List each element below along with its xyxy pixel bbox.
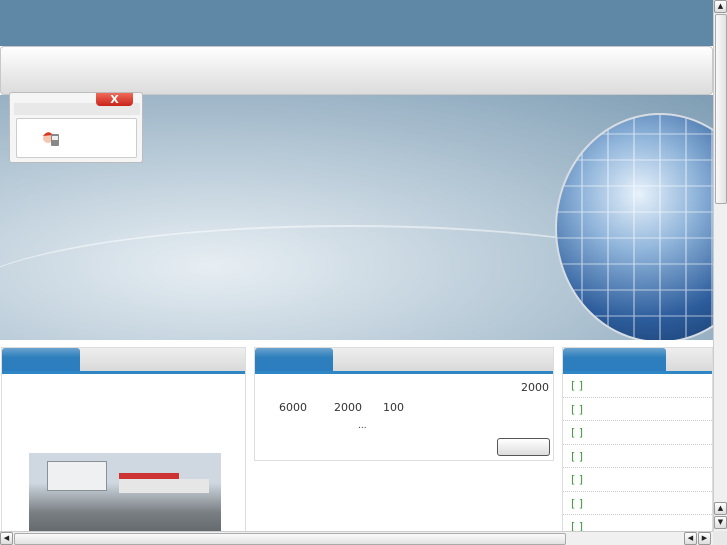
panel-header [563,348,712,374]
scroll-right-icon[interactable]: ▶ [698,532,711,545]
close-button[interactable]: X [96,93,133,106]
news-item[interactable]: [ ] [563,492,712,515]
news-item[interactable]: [ ] [563,468,712,492]
news-item[interactable]: [ ] [563,398,712,421]
factory-photo[interactable] [29,453,221,538]
scroll-up-icon[interactable]: ▲ [714,502,727,515]
popup-body [16,118,137,158]
panel-header [255,348,553,374]
more-button[interactable] [497,438,550,456]
company-profile-panel [1,347,246,538]
navigation-bar [0,46,713,95]
news-panel: [ ] [ ] [ ] [ ] [ ] [ ] [ ] [562,347,713,537]
scroll-down-icon[interactable]: ▼ [714,516,727,529]
info-text: 2000 [521,381,549,394]
news-item[interactable]: [ ] [563,374,712,398]
scroll-left-icon[interactable]: ◀ [684,532,697,545]
vertical-scrollbar[interactable]: ▲ ▲ ▼ [713,0,727,531]
scroll-up-icon[interactable]: ▲ [714,0,727,13]
vertical-scroll-thumb[interactable] [715,14,727,204]
company-info-panel: 2000 6000 2000 100 ... [254,347,554,461]
scroll-left-icon[interactable]: ◀ [0,532,13,545]
panel-tab [563,348,666,371]
horizontal-scrollbar[interactable]: ◀ ◀ ▶ [0,531,713,545]
qq-chat-icon[interactable] [42,129,60,147]
panel-tab [255,348,333,371]
online-service-popup: X [9,92,143,163]
scrollbar-corner [713,531,727,545]
ellipsis-text: ... [358,421,367,431]
news-item[interactable]: [ ] [563,445,712,468]
header-bar [0,0,713,46]
info-text: 2000 [334,401,362,414]
news-item[interactable]: [ ] [563,421,712,445]
info-text: 6000 [279,401,307,414]
panel-tab [2,348,80,371]
info-text: 100 [383,401,404,414]
panel-header [2,348,245,374]
horizontal-scroll-thumb[interactable] [14,533,566,545]
